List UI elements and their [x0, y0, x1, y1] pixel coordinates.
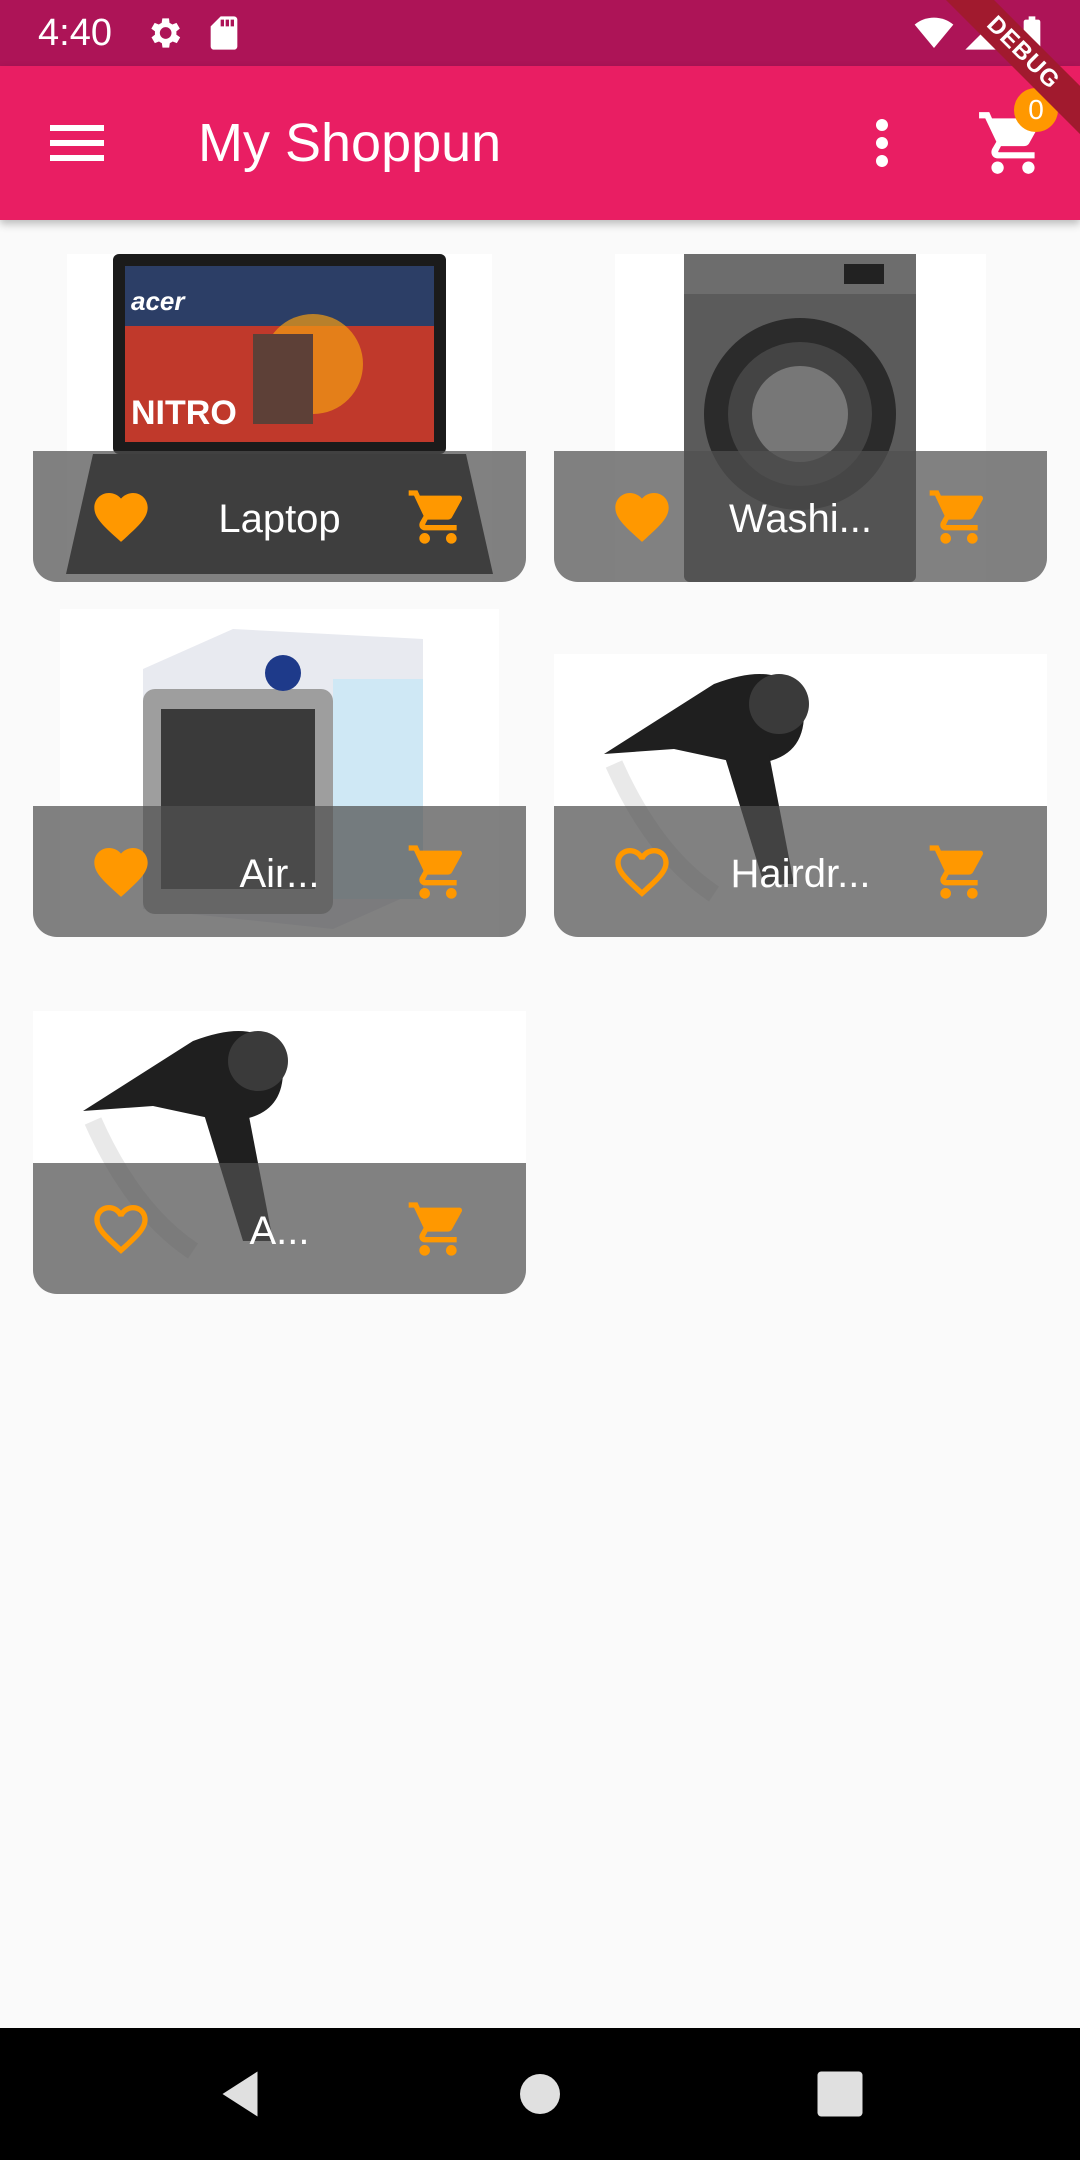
recents-icon[interactable] [810, 2064, 870, 2124]
product-footer: Laptop [33, 451, 526, 582]
product-card-hairdryer-2[interactable]: A... [33, 1011, 526, 1294]
wifi-icon [914, 17, 954, 48]
add-to-cart-icon[interactable] [406, 485, 470, 549]
product-footer: Washi... [554, 451, 1047, 582]
home-icon[interactable] [510, 2064, 570, 2124]
svg-text:NITRO: NITRO [131, 394, 237, 432]
favorite-icon[interactable] [89, 485, 153, 549]
product-card-hairdryer[interactable]: Hairdr... [554, 654, 1047, 937]
favorite-border-icon[interactable] [89, 1197, 153, 1261]
add-to-cart-icon[interactable] [927, 485, 991, 549]
favorite-border-icon[interactable] [610, 840, 674, 904]
favorite-icon[interactable] [89, 840, 153, 904]
more-vert-icon[interactable] [846, 107, 918, 179]
product-name: Hairdr... [730, 852, 871, 896]
product-card-air-cooler[interactable]: Air... [33, 609, 526, 937]
page-title: My Shoppun [198, 113, 502, 173]
product-name: Washi... [729, 497, 872, 541]
menu-icon[interactable] [41, 107, 113, 179]
favorite-icon[interactable] [610, 485, 674, 549]
product-name: Laptop [218, 497, 341, 541]
product-card-laptop[interactable]: acer NITRO Laptop [33, 254, 526, 582]
settings-icon [151, 18, 181, 48]
product-footer: Hairdr... [554, 806, 1047, 937]
product-name: Air... [239, 852, 320, 896]
add-to-cart-icon[interactable] [406, 840, 470, 904]
app-bar: My Shoppun [0, 66, 1080, 220]
svg-text:acer: acer [131, 286, 186, 316]
add-to-cart-icon[interactable] [927, 840, 991, 904]
sd-card-icon [210, 16, 238, 50]
product-card-washing-machine[interactable]: Washi... [554, 254, 1047, 582]
product-footer: Air... [33, 806, 526, 937]
add-to-cart-icon[interactable] [406, 1197, 470, 1261]
back-icon[interactable] [210, 2064, 270, 2124]
status-bar: 4:40 [0, 0, 1080, 66]
system-nav-bar [0, 2028, 1080, 2160]
product-footer: A... [33, 1163, 526, 1294]
status-time: 4:40 [38, 12, 112, 54]
product-name: A... [249, 1209, 310, 1253]
